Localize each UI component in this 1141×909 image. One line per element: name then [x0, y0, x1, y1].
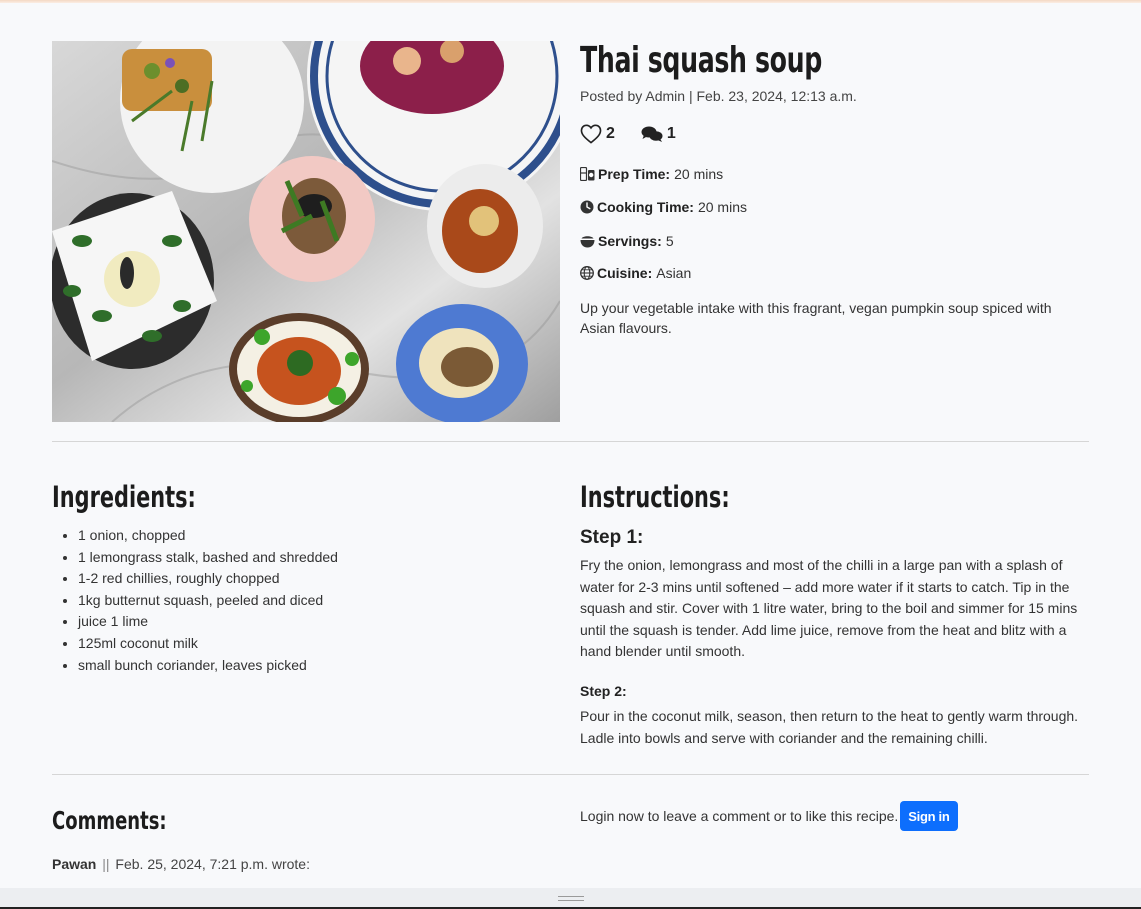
- sign-in-button[interactable]: Sign in: [900, 801, 958, 831]
- section-divider: [52, 441, 1089, 442]
- cooking-time: Cooking Time: 20 mins: [580, 199, 747, 215]
- ingredient-item: 1 onion, chopped: [78, 525, 338, 547]
- ingredient-item: 1kg butternut squash, peeled and diced: [78, 590, 338, 612]
- like-count: 2: [606, 125, 615, 142]
- comment-separator: ||: [102, 856, 110, 872]
- servings-label: Servings:: [598, 233, 662, 249]
- servings-value: 5: [665, 233, 674, 249]
- recipe-image: [52, 41, 560, 422]
- comment-header: Pawan || Feb. 25, 2024, 7:21 p.m. wrote:: [52, 856, 310, 872]
- servings: Servings: 5: [580, 233, 674, 249]
- comment-date: Feb. 25, 2024, 7:21 p.m. wrote:: [115, 856, 310, 872]
- recipe-stats: 2 1: [580, 124, 702, 144]
- cook-value: 20 mins: [697, 199, 747, 215]
- step-text: Fry the onion, lemongrass and most of th…: [580, 557, 1078, 660]
- ingredient-item: juice 1 lime: [78, 611, 338, 633]
- step-text: Pour in the coconut milk, season, then r…: [580, 708, 1079, 746]
- ingredient-item: 125ml coconut milk: [78, 633, 338, 655]
- cook-label: Cooking Time:: [597, 199, 694, 215]
- comment-stat: 1: [641, 125, 676, 143]
- step-title: Step 2:: [580, 683, 627, 699]
- globe-icon: [580, 266, 594, 280]
- kitchen-icon: [580, 167, 595, 181]
- bowl-icon: [580, 235, 595, 247]
- cuisine-label: Cuisine:: [597, 265, 653, 281]
- resize-handle[interactable]: [558, 896, 584, 902]
- login-prompt: Login now to leave a comment or to like …: [580, 808, 899, 824]
- prep-time: Prep Time: 20 mins: [580, 166, 723, 182]
- comments-icon: [641, 126, 663, 142]
- login-prompt-row: Login now to leave a comment or to like …: [580, 801, 958, 831]
- comments-heading: Comments:: [52, 806, 167, 835]
- recipe-title: Thai squash soup: [580, 40, 822, 81]
- top-accent-strip: [0, 0, 1141, 3]
- post-meta: Posted by Admin | Feb. 23, 2024, 12:13 a…: [580, 88, 857, 104]
- ingredients-heading: Ingredients:: [52, 480, 196, 514]
- ingredient-item: 1-2 red chillies, roughly chopped: [78, 568, 338, 590]
- cuisine: Cuisine: Asian: [580, 265, 691, 281]
- instructions-heading: Instructions:: [580, 480, 730, 514]
- step-title: Step 1:: [580, 527, 644, 548]
- comment-count: 1: [666, 125, 676, 142]
- ingredients-list: 1 onion, chopped 1 lemongrass stalk, bas…: [52, 525, 338, 676]
- ingredient-item: small bunch coriander, leaves picked: [78, 655, 338, 677]
- cuisine-value: Asian: [656, 265, 692, 281]
- section-divider: [52, 774, 1089, 775]
- recipe-description: Up your vegetable intake with this fragr…: [580, 300, 1052, 336]
- clock-icon: [580, 200, 594, 214]
- heart-outline-icon[interactable]: [580, 124, 602, 144]
- comment-author: Pawan: [52, 856, 97, 872]
- prep-label: Prep Time:: [598, 166, 671, 182]
- ingredient-item: 1 lemongrass stalk, bashed and shredded: [78, 547, 338, 569]
- prep-value: 20 mins: [674, 166, 724, 182]
- like-stat: 2: [580, 124, 615, 144]
